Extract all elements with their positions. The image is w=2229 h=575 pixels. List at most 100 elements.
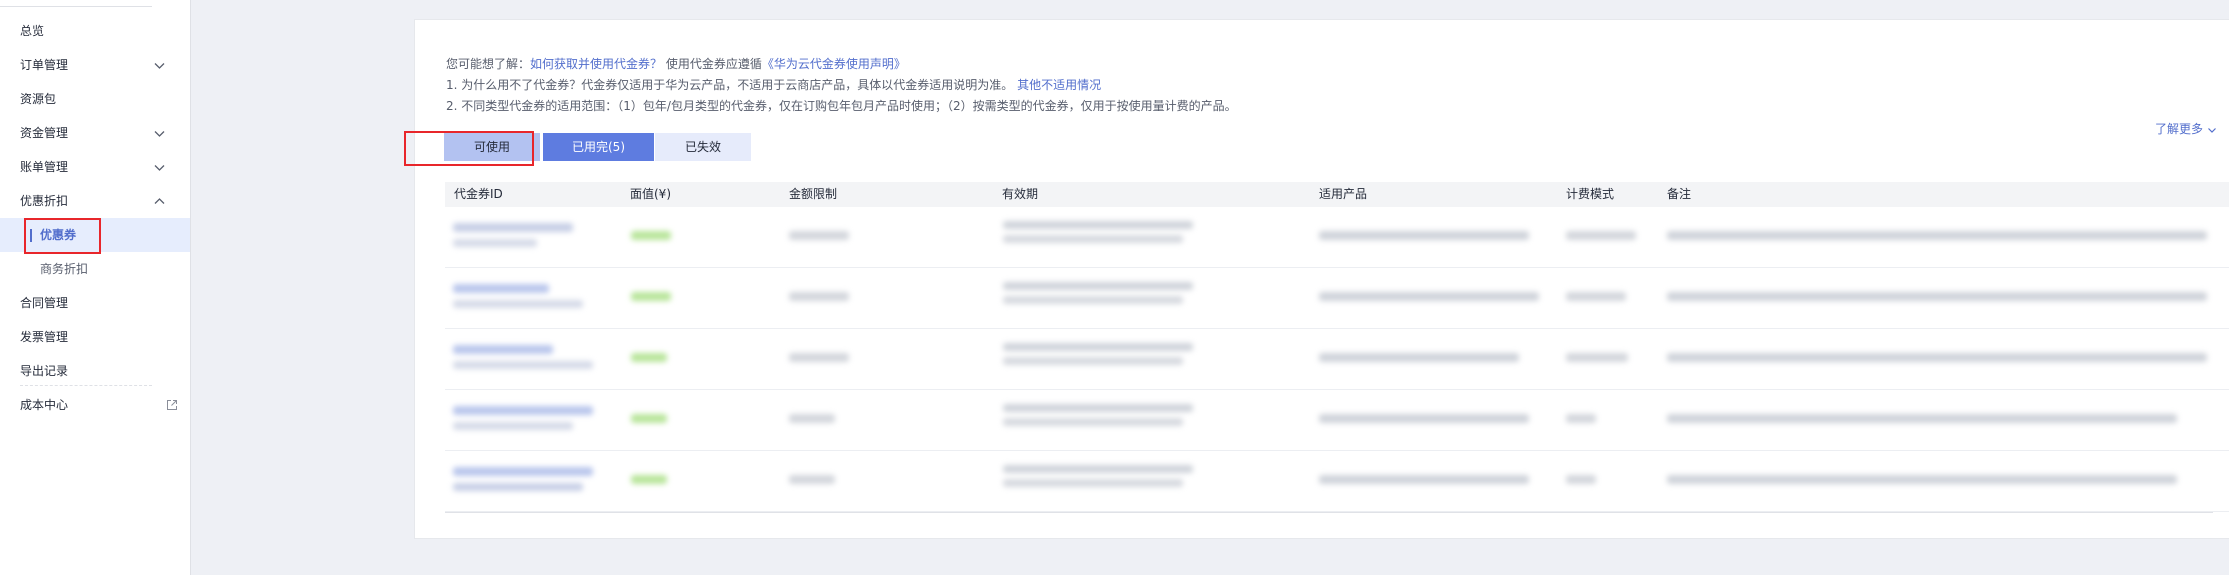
sidebar-item-cost-center[interactable]: 成本中心: [0, 388, 190, 422]
column-header: 适用产品: [1319, 187, 1368, 201]
other-exclusions-link[interactable]: 其他不适用情况: [1017, 78, 1101, 92]
sidebar-item-contracts[interactable]: 合同管理: [0, 286, 190, 320]
sidebar-item-label: 成本中心: [20, 398, 69, 412]
tab-used-up[interactable]: 已用完(5): [543, 133, 654, 161]
redacted-validity: [1003, 282, 1193, 290]
sidebar-item-discounts[interactable]: 优惠折扣: [0, 184, 190, 218]
sidebar-item-label: 账单管理: [20, 160, 69, 174]
redacted-limit: [789, 475, 835, 484]
sidebar-item-label: 导出记录: [20, 364, 69, 378]
redacted-limit: [789, 353, 849, 362]
redacted-validity: [1003, 418, 1183, 426]
column-header: 有效期: [1002, 187, 1039, 201]
redacted-coupon-id: [453, 467, 593, 476]
redacted-coupon-id: [453, 223, 573, 232]
learn-more-link[interactable]: 了解更多: [2155, 120, 2217, 137]
column-header: 金额限制: [789, 187, 838, 201]
sidebar-item-label: 资源包: [20, 92, 57, 106]
table-row[interactable]: [445, 451, 2229, 512]
redacted-product: [1319, 292, 1539, 301]
how-to-get-coupons-link[interactable]: 如何获取并使用代金券？: [530, 57, 662, 71]
redacted-validity: [1003, 221, 1193, 229]
tab-label: 已失效: [684, 140, 721, 154]
sidebar-item-label: 总览: [20, 24, 45, 38]
redacted-product: [1319, 231, 1529, 240]
sidebar-item-funds[interactable]: 资金管理: [0, 116, 190, 150]
table-row[interactable]: [445, 390, 2229, 451]
sidebar-top-divider: [0, 6, 152, 7]
redacted-coupon-id: [453, 239, 537, 247]
redacted-remarks: [1667, 231, 2207, 240]
sidebar-item-orders[interactable]: 订单管理: [0, 48, 190, 82]
redacted-product: [1319, 414, 1529, 423]
redacted-coupon-id: [453, 361, 593, 369]
redacted-coupon-id: [453, 406, 593, 415]
redacted-product: [1319, 475, 1529, 484]
redacted-remarks: [1667, 414, 2177, 423]
tab-label: 已用完(5): [572, 140, 625, 154]
redacted-product: [1319, 353, 1519, 362]
redacted-validity: [1003, 235, 1183, 243]
redacted-billing-mode: [1566, 475, 1596, 484]
chevron-up-icon: [154, 198, 165, 204]
sidebar-item-business-discounts[interactable]: 商务折扣: [0, 252, 190, 286]
redacted-remarks: [1667, 353, 2207, 362]
redacted-billing-mode: [1566, 231, 1636, 240]
redacted-limit: [789, 414, 835, 423]
sidebar: 总览 订单管理 资源包 资金管理 账单管理 优惠折扣 优惠券 商务折扣 合同管理…: [0, 0, 191, 575]
notice-line-1: 您可能想了解：如何获取并使用代金券？ 使用代金券应遵循《华为云代金券使用声明》: [446, 55, 906, 72]
column-header: 备注: [1667, 187, 1692, 201]
coupon-declaration-link[interactable]: 《华为云代金券使用声明》: [762, 57, 906, 71]
highlight-box-coupons: [24, 218, 101, 254]
redacted-value: [631, 475, 667, 484]
redacted-validity: [1003, 296, 1183, 304]
column-header: 计费模式: [1566, 187, 1615, 201]
redacted-coupon-id: [453, 345, 553, 354]
redacted-remarks: [1667, 475, 2177, 484]
column-header: 面值(¥): [630, 187, 671, 201]
table-bottom-border: [445, 512, 2213, 513]
highlight-box-available-tab: [404, 131, 534, 166]
chevron-down-icon: [154, 131, 165, 137]
table-header: 代金券ID 面值(¥) 金额限制 有效期 适用产品 计费模式 备注: [445, 182, 2229, 207]
redacted-remarks: [1667, 292, 2207, 301]
redacted-validity: [1003, 465, 1193, 473]
redacted-value: [631, 292, 671, 301]
column-header: 代金券ID: [454, 187, 503, 201]
sidebar-item-label: 资金管理: [20, 126, 69, 140]
redacted-coupon-id: [453, 300, 583, 308]
sidebar-item-invoices[interactable]: 发票管理: [0, 320, 190, 354]
redacted-validity: [1003, 343, 1193, 351]
sidebar-item-resource-packages[interactable]: 资源包: [0, 82, 190, 116]
redacted-billing-mode: [1566, 353, 1628, 362]
sidebar-item-bills[interactable]: 账单管理: [0, 150, 190, 184]
sidebar-item-label: 优惠折扣: [20, 194, 69, 208]
notice-prefix: 您可能想了解：: [446, 57, 531, 71]
redacted-billing-mode: [1566, 414, 1596, 423]
redacted-value: [631, 353, 667, 362]
sidebar-item-export-records[interactable]: 导出记录: [0, 354, 190, 388]
redacted-billing-mode: [1566, 292, 1626, 301]
tab-expired[interactable]: 已失效: [655, 133, 751, 161]
redacted-value: [631, 231, 671, 240]
notice-line-2: 1. 为什么用不了代金券？代金券仅适用于华为云产品，不适用于云商店产品，具体以代…: [446, 76, 1101, 93]
chevron-down-icon: [154, 165, 165, 171]
redacted-validity: [1003, 404, 1193, 412]
table-row[interactable]: [445, 329, 2229, 390]
redacted-limit: [789, 231, 849, 240]
sidebar-divider: [20, 385, 152, 386]
notice-text: 1. 为什么用不了代金券？代金券仅适用于华为云产品，不适用于云商店产品，具体以代…: [446, 78, 1014, 92]
sidebar-item-overview[interactable]: 总览: [0, 14, 190, 48]
notice-text: 2. 不同类型代金券的适用范围：（1）包年/包月类型的代金券，仅在订购包年包月产…: [446, 99, 1237, 113]
redacted-coupon-id: [453, 284, 549, 293]
learn-more-label: 了解更多: [2155, 122, 2204, 136]
redacted-coupon-id: [453, 422, 573, 430]
sidebar-item-label: 合同管理: [20, 296, 69, 310]
notice-line-3: 2. 不同类型代金券的适用范围：（1）包年/包月类型的代金券，仅在订购包年包月产…: [446, 97, 1237, 114]
table-row[interactable]: [445, 268, 2229, 329]
redacted-limit: [789, 292, 849, 301]
redacted-validity: [1003, 357, 1183, 365]
table-row[interactable]: [445, 207, 2229, 268]
redacted-value: [631, 414, 667, 423]
chevron-down-icon: [2207, 127, 2216, 133]
